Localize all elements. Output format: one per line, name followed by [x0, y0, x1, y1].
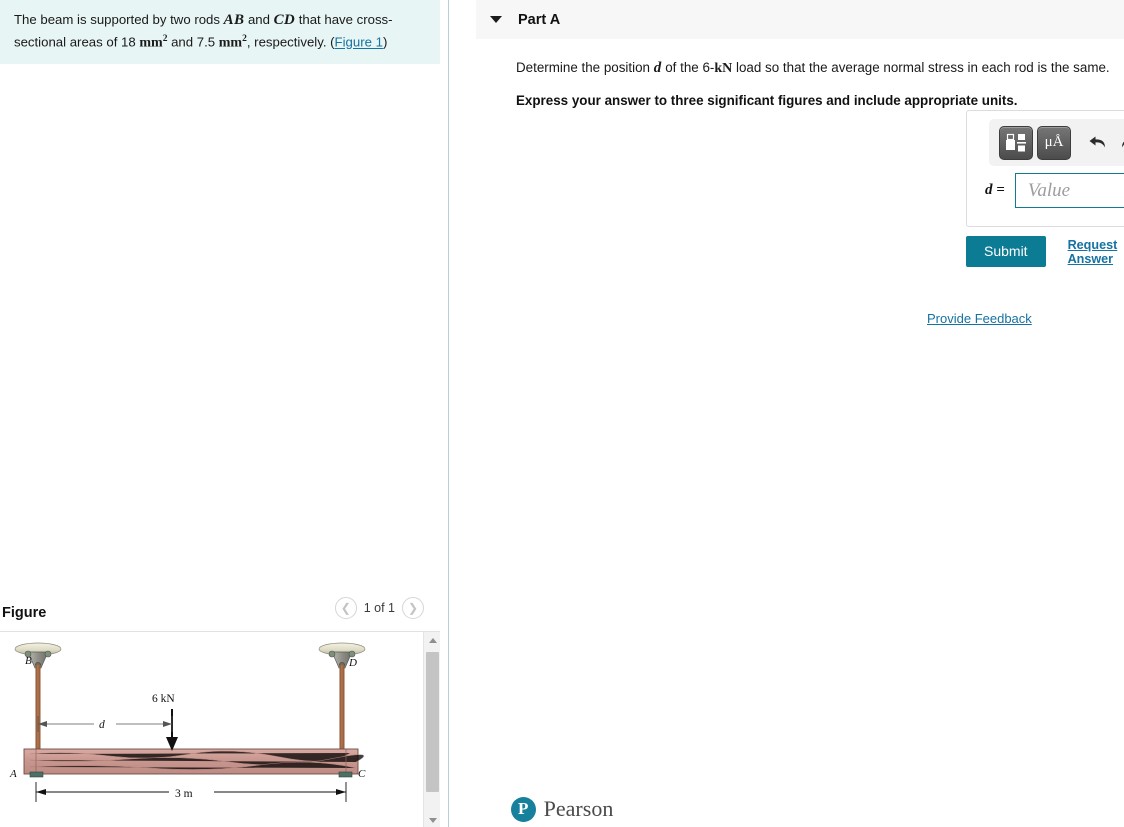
problem-text-6: )	[382, 34, 388, 50]
dimension-d-label: d	[99, 719, 105, 731]
problem-text-2: and	[244, 12, 274, 27]
label-b: B	[25, 655, 32, 667]
answer-instruction: Express your answer to three significant…	[516, 92, 1018, 108]
rod-ab	[35, 665, 41, 751]
variable-cd: CD	[273, 12, 296, 28]
label-c: C	[358, 768, 366, 780]
question-text-2: of the 6-	[661, 60, 715, 75]
dimension-d	[37, 716, 173, 732]
problem-text-4: and 7.5	[167, 34, 219, 50]
problem-statement: The beam is supported by two rods AB and…	[0, 0, 440, 65]
problem-text-5: , respectively. (	[246, 34, 335, 50]
pearson-logo-icon: P	[510, 796, 536, 822]
figure-pager-label: 1 of 1	[363, 601, 395, 615]
part-body: Determine the position d of the 6-kN loa…	[450, 39, 1124, 108]
figure-pager: ❮ 1 of 1 ❯	[334, 597, 424, 619]
request-answer-link[interactable]: Request Answer	[1068, 238, 1124, 266]
figure-header: Figure ❮ 1 of 1 ❯	[0, 596, 440, 630]
submit-button[interactable]: Submit	[966, 236, 1046, 267]
left-panel: The beam is supported by two rods AB and…	[0, 0, 449, 827]
question-variable-d: d	[653, 60, 662, 76]
beam	[23, 748, 364, 775]
submit-row: Submit Request Answer	[966, 236, 1124, 267]
scrollbar-thumb[interactable]	[426, 652, 439, 792]
pad-c	[338, 771, 353, 778]
answer-box: μÅ d = Value	[966, 110, 1124, 227]
rod-cd	[339, 665, 345, 751]
part-title: Part A	[518, 11, 561, 28]
label-d: D	[348, 657, 357, 669]
unit-mm-2: mm	[218, 35, 243, 51]
support-d	[318, 642, 366, 669]
math-toolbar: μÅ	[989, 119, 1124, 166]
answer-label: d =	[985, 182, 1005, 198]
micro-angstrom-icon[interactable]: μÅ	[1037, 125, 1071, 160]
figure-1-link[interactable]: Figure 1	[335, 35, 383, 50]
pearson-wordmark: Pearson	[543, 796, 614, 821]
label-a: A	[9, 768, 17, 780]
question-text-3: load so that the average normal stress i…	[732, 60, 1110, 75]
chevron-left-icon[interactable]: ❮	[334, 597, 357, 619]
math-template-icon[interactable]	[999, 125, 1033, 160]
figure-title: Figure	[2, 605, 47, 621]
undo-icon[interactable]	[1083, 128, 1111, 158]
question-text-1: Determine the position	[516, 60, 654, 75]
problem-text-1: The beam is supported by two rods	[14, 12, 224, 27]
provide-feedback-link[interactable]: Provide Feedback	[927, 311, 1032, 326]
pad-a	[29, 771, 44, 778]
redo-icon[interactable]	[1115, 128, 1124, 158]
value-placeholder: Value	[1027, 179, 1071, 201]
variable-ab: AB	[223, 12, 245, 28]
caret-down-icon[interactable]	[490, 16, 502, 23]
pearson-footer: P Pearson	[0, 791, 1124, 827]
load-label: 6 kN	[152, 693, 175, 705]
micro-angstrom-label: μÅ	[1044, 134, 1064, 150]
part-header: Part A	[476, 0, 1124, 39]
answer-input-row: d = Value Units	[985, 173, 1124, 208]
question-text: Determine the position d of the 6-kN loa…	[516, 39, 1124, 80]
unit-mm-1: mm	[139, 35, 163, 51]
page-root: The beam is supported by two rods AB and…	[0, 0, 1124, 827]
value-input[interactable]: Value	[1014, 173, 1124, 208]
support-b	[14, 642, 62, 669]
right-panel: Part A Determine the position d of the 6…	[450, 0, 1124, 827]
unit-kn: kN	[714, 61, 733, 76]
chevron-right-icon[interactable]: ❯	[402, 597, 424, 619]
scroll-up-icon[interactable]	[424, 632, 440, 649]
